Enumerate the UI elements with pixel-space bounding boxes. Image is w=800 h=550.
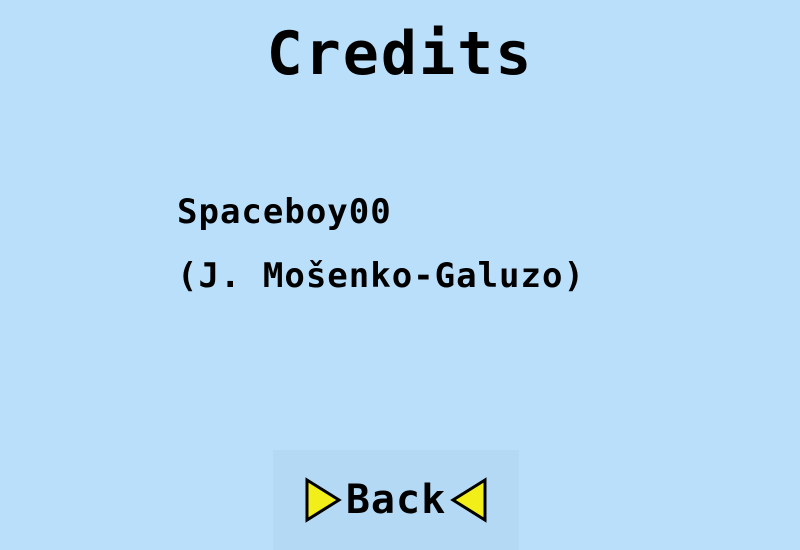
- credit-author-name: (J. Mošenko-Galuzo): [177, 256, 585, 296]
- credits-screen: Credits Spaceboy00 (J. Mošenko-Galuzo) B…: [0, 0, 800, 550]
- back-button-label: Back: [345, 477, 447, 523]
- right-pointing-triangle-icon: [304, 477, 342, 523]
- credit-author-handle: Spaceboy00: [177, 192, 392, 232]
- page-title: Credits: [266, 19, 534, 89]
- left-pointing-triangle-icon: [450, 477, 488, 523]
- back-button[interactable]: Back: [273, 450, 519, 550]
- credits-list: Spaceboy00 (J. Mošenko-Galuzo): [177, 180, 585, 308]
